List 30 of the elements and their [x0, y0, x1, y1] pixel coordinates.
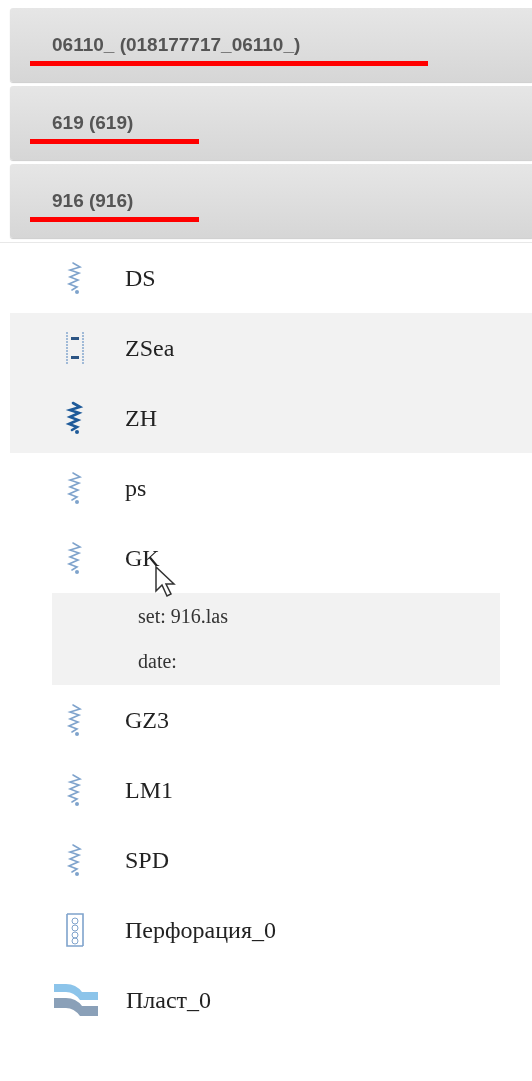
tree-item[interactable]: GK: [0, 523, 532, 593]
group-title: 06110_ (018177717_06110_): [52, 34, 301, 56]
group-header[interactable]: 916 (916): [10, 164, 532, 238]
curve-icon: [64, 401, 86, 435]
item-label: LM1: [125, 776, 173, 804]
item-label: Пласт_0: [126, 986, 212, 1014]
item-label: DS: [125, 264, 156, 292]
group-title: 619 (619): [52, 112, 134, 134]
tree-item[interactable]: ZH: [10, 383, 532, 453]
item-label: ps: [125, 474, 147, 502]
item-label: ZH: [125, 404, 157, 432]
tree-item[interactable]: SPD: [0, 825, 532, 895]
item-label: Перфорация_0: [125, 916, 276, 944]
item-label: GK: [125, 544, 160, 572]
tree-item[interactable]: GZ3: [0, 685, 532, 755]
item-label: SPD: [125, 846, 170, 874]
group-header[interactable]: 06110_ (018177717_06110_): [10, 8, 532, 82]
interval-icon: [64, 331, 86, 365]
perforation-icon: [64, 913, 86, 947]
detail-text: date:: [138, 650, 178, 673]
item-label: ZSea: [125, 334, 175, 362]
tree-item[interactable]: ZSea: [10, 313, 532, 383]
group-header[interactable]: 619 (619): [10, 86, 532, 160]
detail-text: set: 916.las: [138, 605, 229, 628]
tree-item[interactable]: Пласт_0: [0, 965, 532, 1035]
item-label: GZ3: [125, 706, 169, 734]
tree-item[interactable]: LM1: [0, 755, 532, 825]
group-title: 916 (916): [52, 190, 134, 212]
tree-item[interactable]: ps: [0, 453, 532, 523]
tree-item[interactable]: Перфорация_0: [0, 895, 532, 965]
